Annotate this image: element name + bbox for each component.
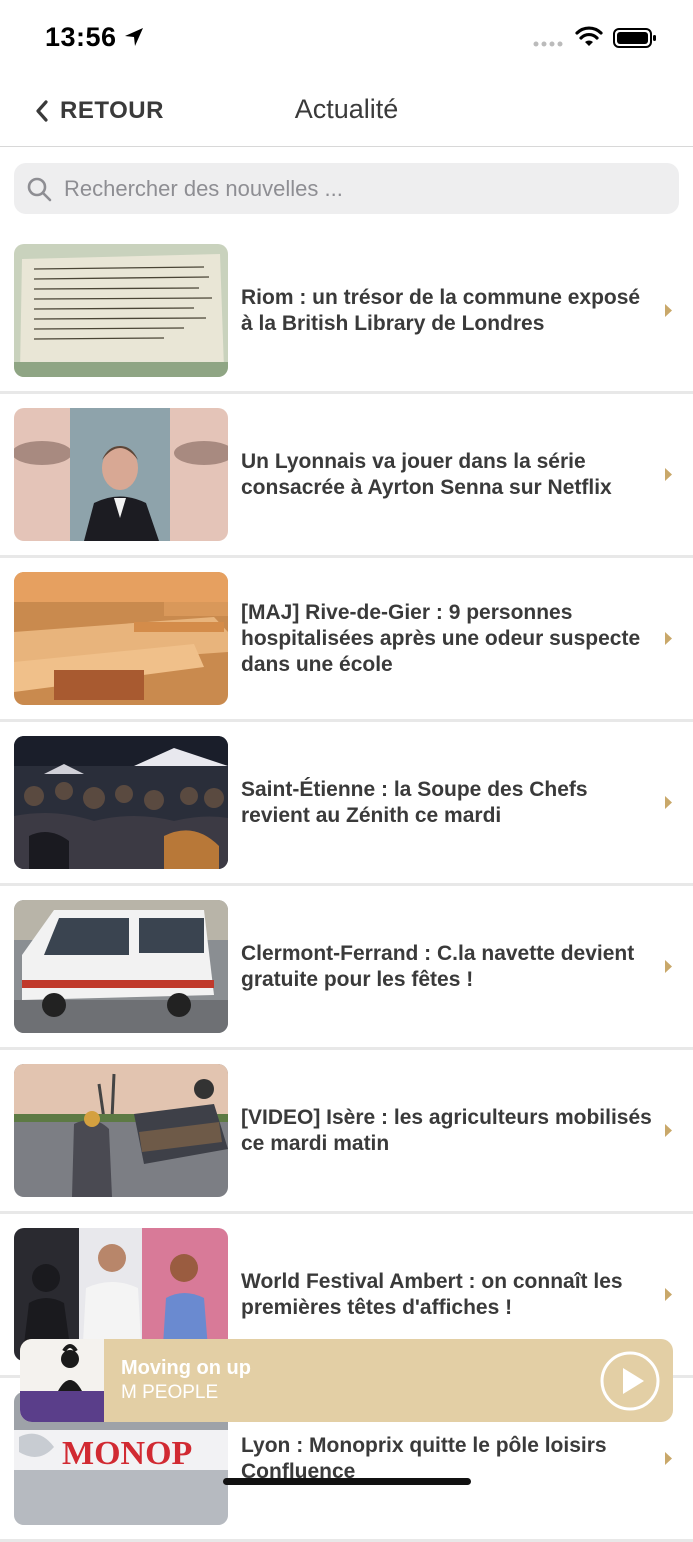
chevron-right-icon — [665, 1124, 672, 1137]
status-bar: 13:56 — [0, 0, 693, 76]
track-artist: M PEOPLE — [121, 1382, 219, 1403]
page-title: Actualité — [294, 94, 399, 124]
status-time: 13:56 — [45, 22, 117, 52]
article-headline: Saint-Étienne : la Soupe des Chefs revie… — [241, 777, 588, 827]
chevron-right-icon — [665, 304, 672, 317]
article-headline: Clermont-Ferrand : C.la navette devient … — [241, 941, 635, 991]
crowd-event-thumbnail — [14, 736, 228, 869]
search-input[interactable] — [62, 174, 646, 203]
article-item[interactable]: Saint-Étienne : la Soupe des Chefs revie… — [0, 722, 693, 886]
chevron-right-icon — [665, 1288, 672, 1301]
mini-player[interactable]: Moving on up M PEOPLE — [20, 1339, 673, 1422]
track-title: Moving on up — [121, 1357, 251, 1379]
chevron-right-icon — [665, 796, 672, 809]
wifi-icon — [575, 26, 603, 46]
home-indicator[interactable] — [223, 1478, 471, 1485]
search-bar[interactable] — [14, 163, 679, 214]
article-item[interactable]: [VIDEO] Isère : les agriculteurs mobilis… — [0, 1050, 693, 1214]
svg-text:MONOP: MONOP — [62, 1435, 192, 1472]
chevron-right-icon — [665, 1452, 672, 1465]
article-headline: [VIDEO] Isère : les agriculteurs mobilis… — [241, 1105, 652, 1155]
article-item[interactable]: Riom : un trésor de la commune exposé à … — [0, 230, 693, 394]
manuscript-thumbnail — [14, 244, 228, 377]
shuttle-bus-thumbnail — [14, 900, 228, 1033]
chevron-right-icon — [665, 632, 672, 645]
battery-icon — [613, 28, 656, 48]
farmers-tractor-thumbnail — [14, 1064, 228, 1197]
location-arrow-icon — [125, 28, 143, 46]
cellular-signal-icon — [533, 41, 563, 47]
classroom-desks-thumbnail — [14, 572, 228, 705]
actor-portrait-thumbnail — [14, 408, 228, 541]
navigation-bar: RETOUR Actualité — [0, 76, 693, 147]
chevron-right-icon — [665, 960, 672, 973]
article-headline: [MAJ] Rive-de-Gier : 9 personnes hospita… — [241, 600, 641, 676]
search-icon — [27, 177, 52, 201]
album-art — [20, 1339, 104, 1422]
article-item[interactable]: Un Lyonnais va jouer dans la série consa… — [0, 394, 693, 558]
article-item[interactable]: [MAJ] Rive-de-Gier : 9 personnes hospita… — [0, 558, 693, 722]
article-headline: Un Lyonnais va jouer dans la série consa… — [241, 449, 612, 499]
chevron-right-icon — [665, 468, 672, 481]
play-circle-icon[interactable] — [600, 1351, 660, 1411]
article-headline: Riom : un trésor de la commune exposé à … — [241, 285, 641, 335]
article-item[interactable]: Clermont-Ferrand : C.la navette devient … — [0, 886, 693, 1050]
